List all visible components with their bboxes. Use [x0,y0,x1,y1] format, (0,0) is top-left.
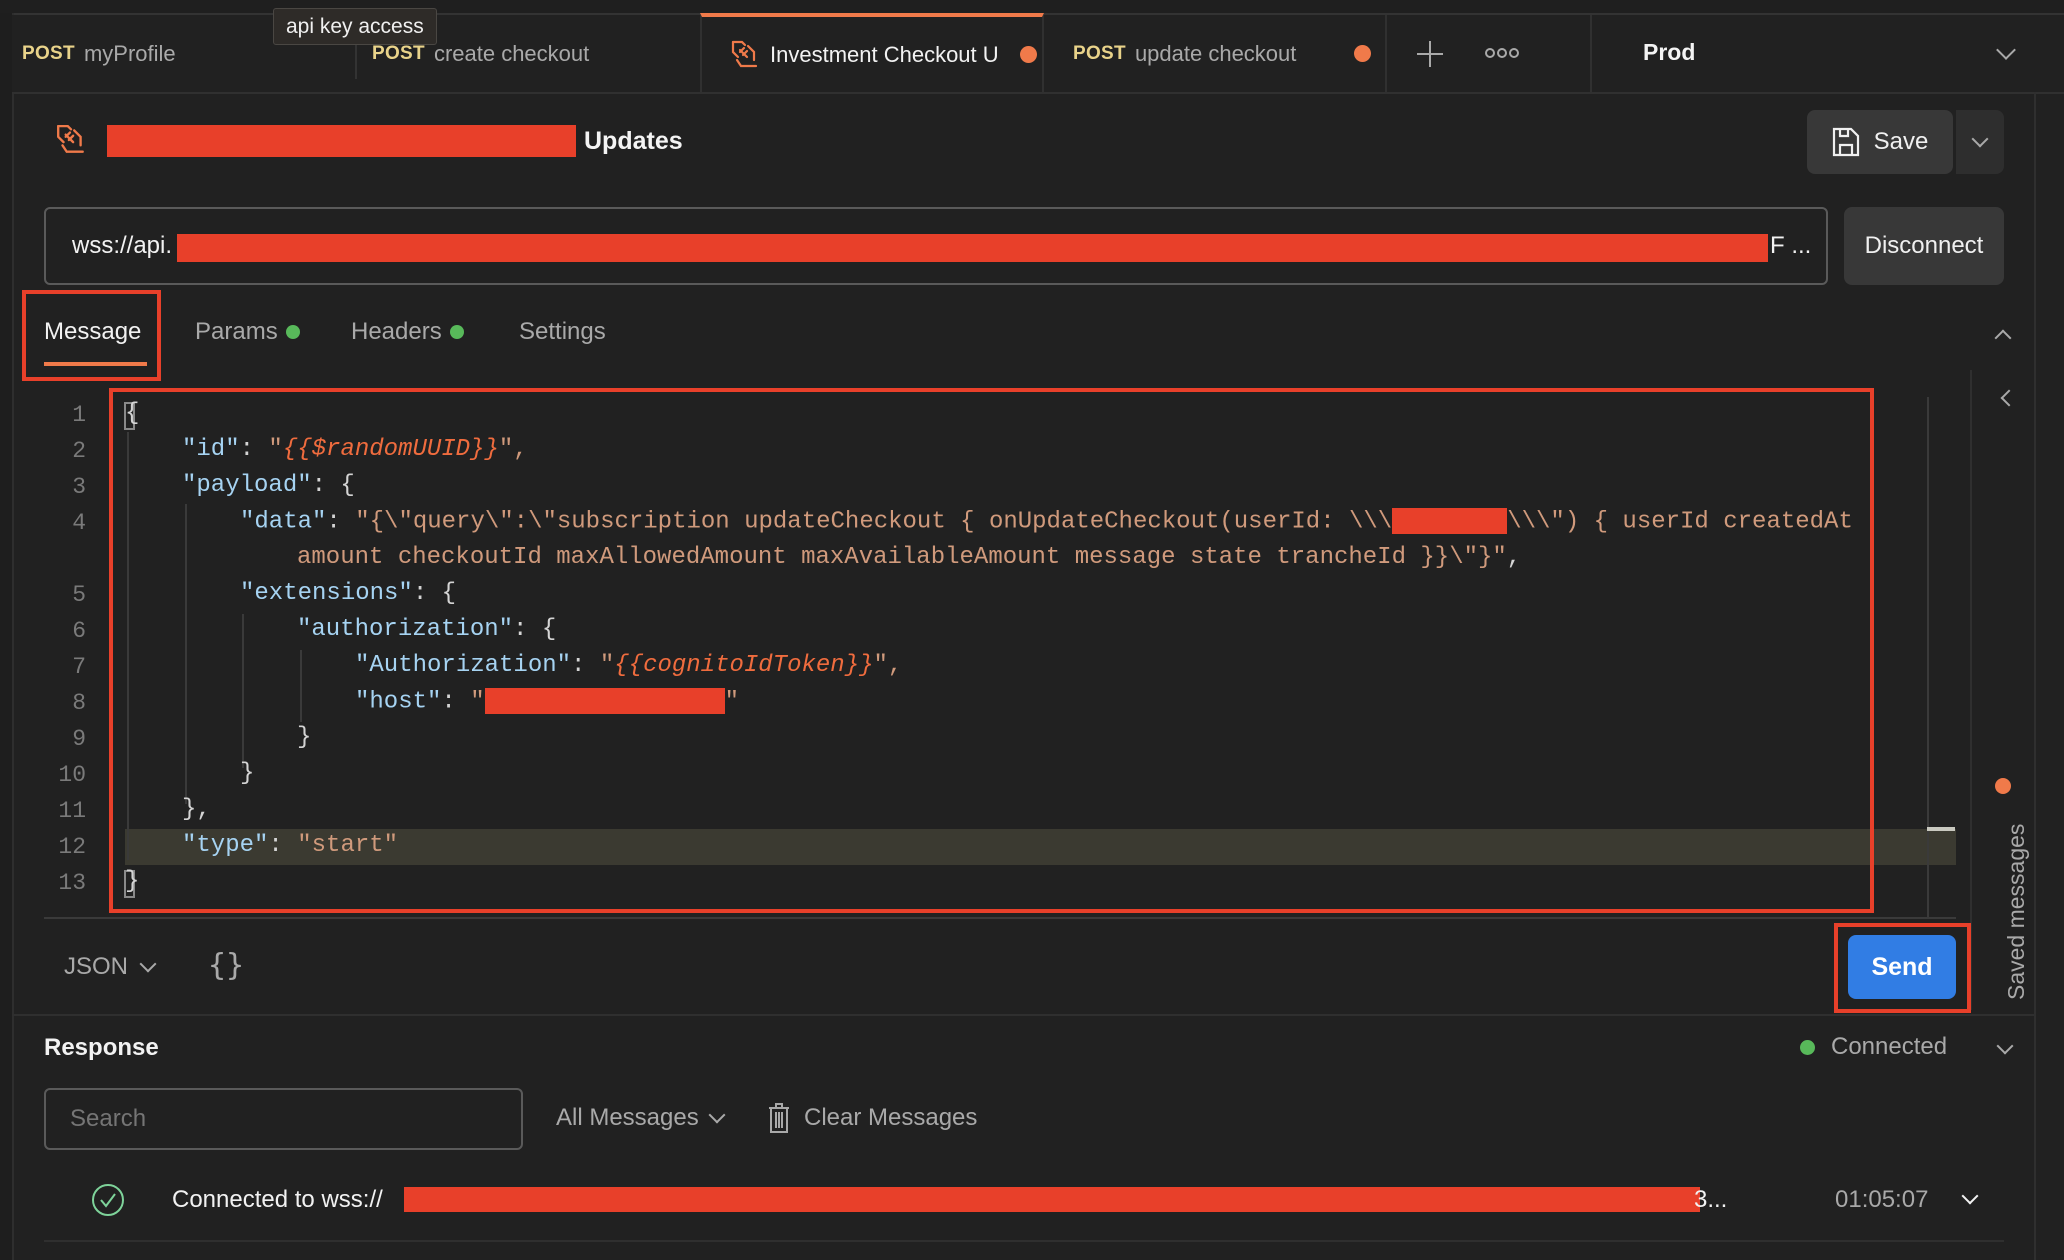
connected-check-icon [92,1184,124,1216]
annotation-box-message-editor [109,388,1874,913]
redacted-url [177,234,1768,262]
expand-message-icon[interactable] [1961,1187,1979,1205]
headers-indicator-dot [449,325,464,339]
disconnect-label: Disconnect [1864,232,1984,259]
response-title: Response [44,1034,159,1061]
message-text-suffix: 3... [1694,1186,1728,1213]
filter-label: All Messages [556,1104,699,1131]
websocket-request-icon [55,124,87,161]
more-tabs-button[interactable] [1485,43,1519,63]
line-number: 9 [72,726,86,752]
disconnect-button[interactable]: Disconnect [1844,207,2004,285]
redacted-connection-url [404,1187,1700,1212]
left-sidebar-edge [0,13,14,1260]
connection-status-dot [1800,1040,1815,1055]
chevron-down-icon [1971,130,1989,148]
right-panel-divider [2034,92,2036,1260]
tab-params[interactable]: Params [195,318,300,346]
method-badge: POST [372,42,425,64]
plus-icon [1417,41,1443,67]
message-timestamp: 01:05:07 [1835,1186,1929,1213]
tab-label: update checkout [1134,40,1297,66]
message-text-prefix: Connected to wss:// [172,1186,383,1213]
minimap-viewport-marker[interactable] [1927,827,1955,831]
line-number: 3 [72,474,86,500]
params-indicator-dot [285,325,300,339]
save-button[interactable]: Save [1807,110,1953,174]
line-number: 10 [58,762,86,788]
chevron-down-icon [708,1106,726,1124]
tab-headers[interactable]: Headers [351,318,464,346]
new-tab-button[interactable] [1415,39,1445,69]
tab-update-checkout[interactable]: POST update checkout [1057,15,1387,92]
trash-icon [769,1103,789,1133]
tab-investment-checkout-updates[interactable]: Investment Checkout U [700,13,1044,92]
saved-messages-indicator [1995,778,2011,794]
annotation-box-message-tab [22,290,161,381]
collapse-response-icon[interactable] [1996,1037,2014,1055]
save-options-button[interactable] [1956,110,2004,174]
tab-settings[interactable]: Settings [519,318,606,346]
tab-tooltip: api key access [273,8,437,45]
chevron-down-icon [1996,40,2016,60]
language-label: JSON [64,953,129,980]
ellipsis-icon [1485,48,1519,58]
line-number: 13 [58,870,86,896]
request-title: Updates [584,127,683,155]
annotation-box-send [1834,923,1971,1013]
url-suffix: F ... [1770,232,1812,259]
tab-label: myProfile [83,40,176,66]
url-prefix: wss://api. [72,232,173,259]
unsaved-indicator [1354,45,1371,62]
message-filter-dropdown[interactable]: All Messages [556,1104,726,1132]
tab-label: Headers [351,318,442,345]
language-selector[interactable]: JSON [64,953,157,981]
line-number: 12 [58,834,86,860]
line-number: 5 [72,582,86,608]
clear-messages-label: Clear Messages [804,1104,978,1131]
beautify-button[interactable]: {} [208,948,244,983]
save-label: Save [1873,128,1929,155]
line-number: 2 [72,438,86,464]
saved-messages-divider [1970,370,1972,1010]
response-search-input[interactable] [44,1088,523,1150]
line-number: 8 [72,690,86,716]
line-number: 6 [72,618,86,644]
floppy-disk-icon [1832,127,1859,157]
line-number: 1 [72,402,86,428]
chevron-down-icon [139,955,157,973]
method-badge: POST [22,42,75,64]
expand-saved-messages-icon[interactable] [2000,389,2018,407]
saved-messages-toggle[interactable]: Saved messages [2003,824,2030,1000]
tab-label: Settings [519,318,606,345]
line-number: 7 [72,654,86,680]
response-divider [12,1014,2034,1016]
tab-label: Params [195,318,278,345]
editor-minimap-track[interactable] [1927,397,1929,917]
redacted-request-name [107,125,576,157]
unsaved-indicator [1020,46,1037,63]
environment-selector[interactable]: Prod [1592,15,2064,92]
websocket-icon [730,40,760,70]
line-number: 4 [72,510,86,536]
response-message-row[interactable]: Connected to wss:// 3... 01:05:07 [44,1168,2004,1238]
line-number: 11 [58,798,86,824]
editor-bottom-divider [44,917,1956,919]
message-row-divider [44,1240,2004,1242]
collapse-request-icon[interactable] [1994,329,2012,347]
tab-label: create checkout [433,40,590,66]
clear-messages-button[interactable]: Clear Messages [768,1102,977,1134]
connection-status: Connected [1831,1033,1948,1060]
method-badge: POST [1073,42,1126,64]
environment-name: Prod [1643,39,1696,65]
tab-label: Investment Checkout U [770,41,999,67]
